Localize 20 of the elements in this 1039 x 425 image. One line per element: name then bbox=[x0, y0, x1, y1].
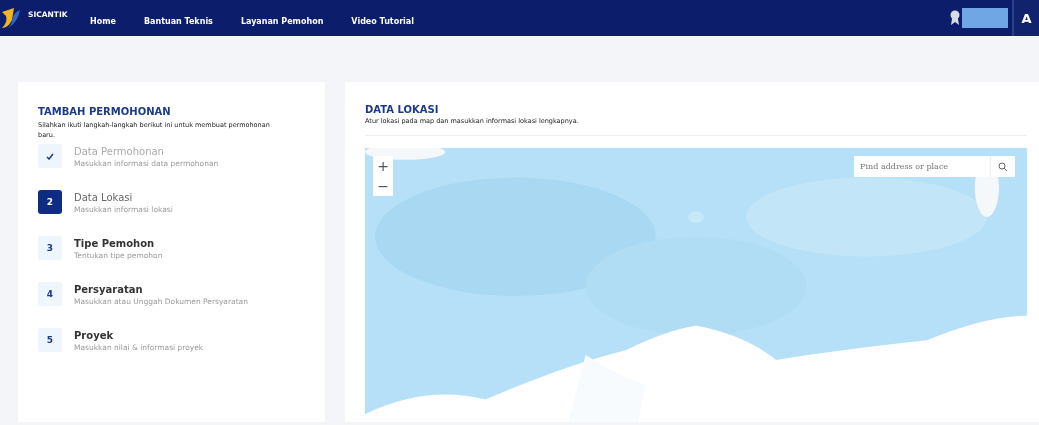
step-number: 3 bbox=[38, 236, 62, 260]
nav-link[interactable]: Layanan Pemohon bbox=[240, 16, 324, 26]
step-number: 4 bbox=[38, 282, 62, 306]
award-icon bbox=[950, 10, 960, 26]
step-title[interactable]: Persyaratan bbox=[74, 284, 248, 295]
panel-title: TAMBAH PERMOHONAN bbox=[38, 106, 172, 117]
step-number: 2 bbox=[38, 190, 62, 214]
step-title[interactable]: Data Lokasi bbox=[74, 192, 173, 203]
step-title[interactable]: Proyek bbox=[74, 330, 204, 341]
nav-link[interactable]: Bantuan Teknis bbox=[143, 16, 213, 26]
user-avatar[interactable]: A bbox=[1012, 0, 1039, 36]
nav-link[interactable]: Home bbox=[90, 16, 116, 26]
step-number: 5 bbox=[38, 328, 62, 352]
step-title[interactable]: Tipe Pemohon bbox=[74, 238, 163, 249]
search-icon bbox=[998, 161, 1008, 172]
search-button[interactable] bbox=[990, 156, 1015, 177]
logo-icon bbox=[0, 6, 22, 30]
nav-link[interactable]: Video Tutorial bbox=[351, 16, 414, 26]
search-field[interactable]: Find address or place bbox=[854, 156, 990, 177]
section-title: DATA LOKASI bbox=[365, 104, 440, 115]
